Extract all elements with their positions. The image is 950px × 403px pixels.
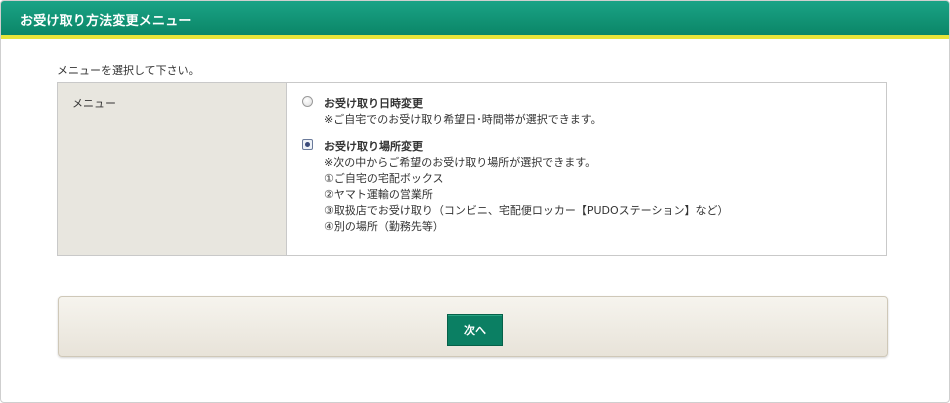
option-desc-line: ①ご自宅の宅配ボックス: [324, 172, 444, 185]
option-desc-line: ※ご自宅でのお受け取り希望日･時間帯が選択できます。: [324, 113, 602, 126]
instruction-text: メニューを選択して下さい。: [57, 64, 200, 77]
option-title[interactable]: お受け取り日時変更: [324, 95, 423, 111]
option-title[interactable]: お受け取り場所変更: [324, 138, 423, 154]
option-desc-line: ④別の場所（勤務先等）: [324, 220, 444, 233]
radio-datetime-change[interactable]: [302, 96, 313, 107]
option-desc-line: ③取扱店でお受け取り（コンビニ、宅配便ロッカー【PUDOステーション】など）: [324, 204, 729, 217]
footer-action-box: 次へ: [58, 296, 888, 357]
page-title: お受け取り方法変更メニュー: [20, 14, 192, 29]
header-bar: お受け取り方法変更メニュー: [1, 1, 949, 39]
menu-label-cell: メニュー: [58, 83, 287, 255]
option-description: ※ご自宅でのお受け取り希望日･時間帯が選択できます。: [324, 112, 602, 128]
option-description: ※次の中からご希望のお受け取り場所が選択できます。 ①ご自宅の宅配ボックス ②ヤ…: [324, 155, 728, 235]
menu-table: メニュー お受け取り日時変更 ※ご自宅でのお受け取り希望日･時間帯が選択できます…: [57, 82, 887, 256]
page-frame: お受け取り方法変更メニュー メニューを選択して下さい。 メニュー お受け取り日時…: [0, 0, 950, 403]
next-button[interactable]: 次へ: [447, 314, 503, 346]
option-desc-line: ②ヤマト運輸の営業所: [324, 188, 433, 201]
option-desc-line: ※次の中からご希望のお受け取り場所が選択できます。: [324, 156, 597, 169]
menu-label: メニュー: [72, 97, 116, 110]
radio-location-change[interactable]: [302, 139, 313, 150]
